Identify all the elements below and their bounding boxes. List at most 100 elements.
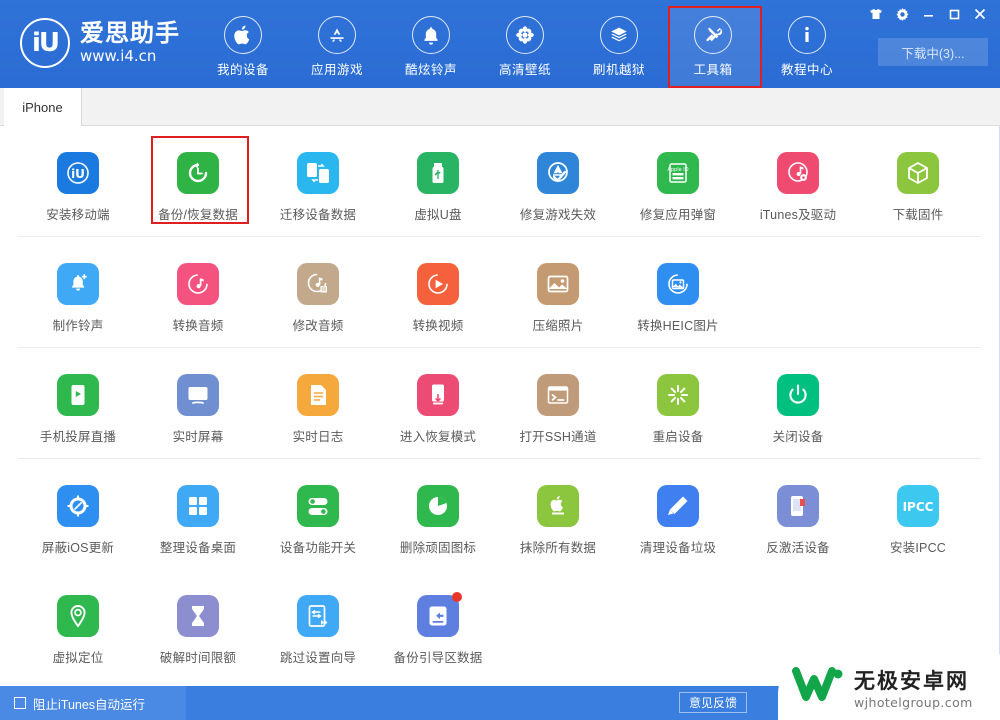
svg-text:Apple ID: Apple ID bbox=[667, 167, 688, 173]
itunes-driver-icon bbox=[777, 152, 819, 194]
tool-crack-screentime[interactable]: 破解时间限额 bbox=[138, 569, 258, 679]
toolbox-content: iU 安装移动端 备份/恢复数据 迁移设备数据 虚拟U盘 修复游戏失效 Appl… bbox=[0, 126, 1000, 686]
tool-label: 跳过设置向导 bbox=[279, 651, 357, 665]
nav-item-toolbox[interactable]: 工具箱 bbox=[666, 6, 762, 88]
nav-item-wallpapers[interactable]: 高清壁纸 bbox=[478, 10, 572, 82]
tool-convert-heic[interactable]: 转换HEIC图片 bbox=[618, 237, 738, 347]
tool-label: 虚拟定位 bbox=[52, 651, 104, 665]
crack-screentime-icon bbox=[177, 595, 219, 637]
nav-item-tutorials[interactable]: 教程中心 bbox=[760, 10, 854, 82]
migrate-device-icon bbox=[297, 152, 339, 194]
tool-itunes-driver[interactable]: iTunes及驱动 bbox=[738, 126, 858, 236]
tool-migrate-device-data[interactable]: 迁移设备数据 bbox=[258, 126, 378, 236]
app-logo: iU 爱思助手 www.i4.cn bbox=[20, 18, 180, 68]
tool-organize-desktop[interactable]: 整理设备桌面 bbox=[138, 459, 258, 569]
nav-item-apps-games[interactable]: 应用游戏 bbox=[290, 10, 384, 82]
tool-section-3: 手机投屏直播 实时屏幕 实时日志 进入恢复模式 打开SSH通道 重启设备 关闭设… bbox=[18, 348, 981, 459]
nav-item-my-device[interactable]: 我的设备 bbox=[196, 10, 290, 82]
tool-label: 实时日志 bbox=[292, 430, 344, 444]
tool-label: 清理设备垃圾 bbox=[639, 541, 717, 555]
tool-label: 反激活设备 bbox=[766, 541, 830, 555]
tool-deactivate-device[interactable]: 反激活设备 bbox=[738, 459, 858, 569]
tool-label: 重启设备 bbox=[652, 430, 704, 444]
tool-shutdown-device[interactable]: 关闭设备 bbox=[738, 348, 858, 458]
tool-screen-cast-live[interactable]: 手机投屏直播 bbox=[18, 348, 138, 458]
tool-fix-app-popup[interactable]: Apple ID 修复应用弹窗 bbox=[618, 126, 738, 236]
logo-mark-icon: iU bbox=[20, 18, 70, 68]
tool-virtual-usb[interactable]: 虚拟U盘 bbox=[378, 126, 498, 236]
tool-label: iTunes及驱动 bbox=[759, 208, 837, 222]
feedback-button[interactable]: 意见反馈 bbox=[678, 692, 747, 713]
tab-strip: iPhone bbox=[0, 88, 1000, 126]
tool-device-feature-toggle[interactable]: 设备功能开关 bbox=[258, 459, 378, 569]
maximize-icon[interactable] bbox=[942, 4, 966, 24]
nav-label: 高清壁纸 bbox=[498, 63, 551, 77]
tool-install-mobile-client[interactable]: iU 安装移动端 bbox=[18, 126, 138, 236]
tool-label: 实时屏幕 bbox=[172, 430, 224, 444]
i4-app-icon: iU bbox=[57, 152, 99, 194]
tool-edit-audio[interactable]: 自 修改音频 bbox=[258, 237, 378, 347]
apple-icon bbox=[224, 16, 262, 54]
tool-skip-setup-wizard[interactable]: 跳过设置向导 bbox=[258, 569, 378, 679]
tool-label: 安装移动端 bbox=[46, 208, 110, 222]
tool-install-ipcc[interactable]: IPCC 安装IPCC bbox=[858, 459, 978, 569]
svg-text:iU: iU bbox=[71, 167, 85, 181]
tab-iphone[interactable]: iPhone bbox=[4, 88, 82, 126]
gear-icon[interactable] bbox=[890, 4, 914, 24]
feature-toggle-icon bbox=[297, 485, 339, 527]
tool-enter-recovery-mode[interactable]: 进入恢复模式 bbox=[378, 348, 498, 458]
virtual-location-icon bbox=[57, 595, 99, 637]
tool-label: 安装IPCC bbox=[889, 541, 947, 555]
tool-remove-stubborn-icon[interactable]: 删除顽固图标 bbox=[378, 459, 498, 569]
minimize-icon[interactable] bbox=[916, 4, 940, 24]
tool-backup-restore[interactable]: 备份/恢复数据 bbox=[138, 126, 258, 236]
tool-convert-audio[interactable]: 转换音频 bbox=[138, 237, 258, 347]
tool-reboot-device[interactable]: 重启设备 bbox=[618, 348, 738, 458]
app-window: iU 爱思助手 www.i4.cn 我的设备 应用游戏 酷炫铃声 高清壁纸 刷机… bbox=[0, 0, 1000, 720]
logo-url: www.i4.cn bbox=[80, 47, 157, 66]
tool-label: 屏蔽iOS更新 bbox=[41, 541, 115, 555]
tool-clean-device-junk[interactable]: 清理设备垃圾 bbox=[618, 459, 738, 569]
screen-cast-icon bbox=[57, 374, 99, 416]
tool-virtual-location[interactable]: 虚拟定位 bbox=[18, 569, 138, 679]
tool-make-ringtone[interactable]: 制作铃声 bbox=[18, 237, 138, 347]
app-footer: 阻止iTunes自动运行 意见反馈 bbox=[0, 686, 1000, 720]
flower-icon bbox=[506, 16, 544, 54]
tool-convert-video[interactable]: 转换视频 bbox=[378, 237, 498, 347]
compress-photo-icon bbox=[537, 263, 579, 305]
download-status-button[interactable]: 下载中(3)... bbox=[878, 38, 988, 66]
autorun-checkbox-row[interactable]: 阻止iTunes自动运行 bbox=[0, 686, 186, 720]
tool-erase-all-data[interactable]: 抹除所有数据 bbox=[498, 459, 618, 569]
tool-download-firmware[interactable]: 下载固件 bbox=[858, 126, 978, 236]
close-icon[interactable] bbox=[968, 4, 992, 24]
tool-realtime-log[interactable]: 实时日志 bbox=[258, 348, 378, 458]
tool-label: 转换视频 bbox=[412, 319, 464, 333]
nav-item-flash-jailbreak[interactable]: 刷机越狱 bbox=[572, 10, 666, 82]
tool-section-4: 屏蔽iOS更新 整理设备桌面 设备功能开关 删除顽固图标 抹除所有数据 清理设备… bbox=[18, 459, 981, 679]
edit-audio-icon: 自 bbox=[297, 263, 339, 305]
skin-icon[interactable] bbox=[864, 4, 888, 24]
tool-backup-boot-data[interactable]: 备份引导区数据 bbox=[378, 569, 498, 679]
tool-label: 破解时间限额 bbox=[159, 651, 237, 665]
tool-section-1: iU 安装移动端 备份/恢复数据 迁移设备数据 虚拟U盘 修复游戏失效 Appl… bbox=[18, 126, 981, 237]
tool-label: 设备功能开关 bbox=[279, 541, 357, 555]
logo-title: 爱思助手 bbox=[80, 19, 180, 47]
autorun-checkbox[interactable] bbox=[14, 697, 26, 709]
install-ipcc-icon: IPCC bbox=[897, 485, 939, 527]
tool-section-2: 制作铃声 转换音频 自 修改音频 转换视频 压缩照片 转换HEIC图片 bbox=[18, 237, 981, 348]
tool-fix-game-failure[interactable]: 修复游戏失效 bbox=[498, 126, 618, 236]
tool-compress-photo[interactable]: 压缩照片 bbox=[498, 237, 618, 347]
bell-icon bbox=[412, 16, 450, 54]
main-nav: 我的设备 应用游戏 酷炫铃声 高清壁纸 刷机越狱 工具箱 教程中心 bbox=[196, 6, 854, 88]
tool-label: 下载固件 bbox=[892, 208, 944, 222]
tool-realtime-screen[interactable]: 实时屏幕 bbox=[138, 348, 258, 458]
tool-label: 制作铃声 bbox=[52, 319, 104, 333]
firmware-icon bbox=[897, 152, 939, 194]
app-header: iU 爱思助手 www.i4.cn 我的设备 应用游戏 酷炫铃声 高清壁纸 刷机… bbox=[0, 0, 1000, 88]
tools-icon bbox=[694, 16, 732, 54]
fix-game-icon bbox=[537, 152, 579, 194]
nav-label: 应用游戏 bbox=[310, 63, 363, 77]
tool-block-ios-update[interactable]: 屏蔽iOS更新 bbox=[18, 459, 138, 569]
tool-open-ssh-tunnel[interactable]: 打开SSH通道 bbox=[498, 348, 618, 458]
nav-item-ringtones[interactable]: 酷炫铃声 bbox=[384, 10, 478, 82]
